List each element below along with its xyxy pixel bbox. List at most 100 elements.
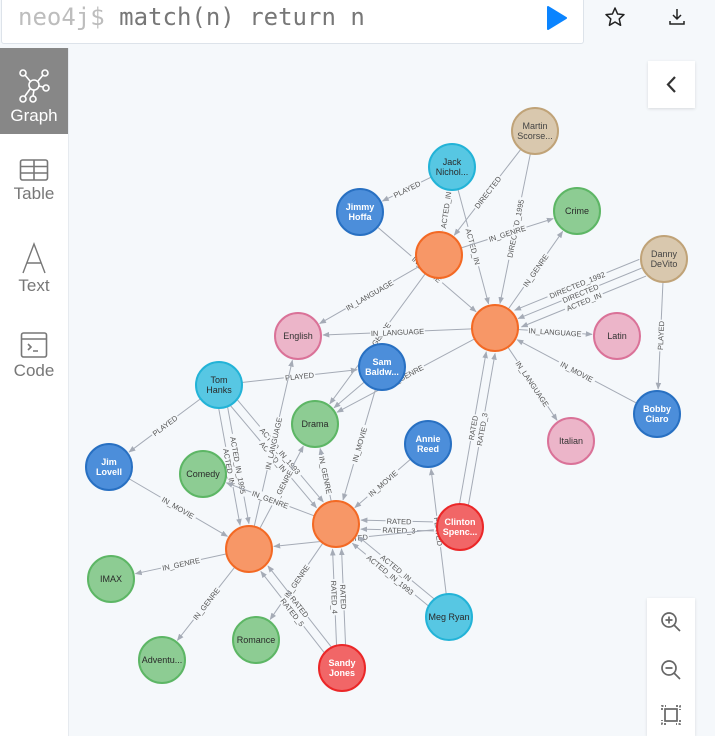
- node-circle[interactable]: [312, 500, 360, 548]
- relationship-type: IN_MOVIE: [367, 469, 400, 499]
- node-english[interactable]: English: [274, 312, 322, 360]
- relationship-label: RATED_4: [329, 578, 340, 616]
- zoom-controls: [647, 598, 695, 736]
- node-latin[interactable]: Latin: [593, 312, 641, 360]
- node-italian[interactable]: Italian: [547, 417, 595, 465]
- node-martin[interactable]: Martin Scorse...: [511, 107, 559, 155]
- node-caption: Clinton Spenc...: [443, 517, 478, 537]
- node-bobby[interactable]: Bobby Ciaro: [633, 390, 681, 438]
- chevron-left-icon: [666, 76, 676, 93]
- node-caption: Adventu...: [142, 655, 183, 665]
- node-caption: Latin: [607, 331, 627, 341]
- relationship[interactable]: IN_LANGUAGE: [322, 326, 473, 338]
- relationship-type: IN_LANGUAGE: [371, 327, 425, 338]
- relationship[interactable]: ACTED_IN: [357, 535, 435, 600]
- node-tom[interactable]: Tom Hanks: [195, 361, 243, 409]
- relationship[interactable]: PLAYED: [655, 281, 666, 390]
- sidebar-item-table[interactable]: Table: [0, 138, 68, 224]
- node-sandy[interactable]: Sandy Jones: [318, 644, 366, 692]
- relationship[interactable]: IN_GENRE: [176, 566, 236, 641]
- graph-canvas[interactable]: PLAYEDDIRECTEDDIRECTED_1995ACTED_INACTED…: [69, 48, 715, 736]
- node-circle[interactable]: [225, 525, 273, 573]
- node-m2[interactable]: [471, 304, 519, 352]
- relationship-type: DIRECTED: [473, 174, 504, 210]
- relationship-label: IN_GENRE: [486, 222, 528, 244]
- node-caption: Danny DeVito: [651, 249, 678, 269]
- relationship-label: IN_MOVIE: [556, 357, 598, 386]
- relationship-label: PLAYED: [390, 178, 424, 201]
- relationship-label: IN_GENRE: [160, 555, 202, 573]
- relationship[interactable]: IN_GENRE: [134, 553, 227, 576]
- relationship[interactable]: PLAYED: [381, 176, 432, 202]
- relationship[interactable]: PLAYED: [241, 367, 358, 383]
- node-romance[interactable]: Romance: [232, 616, 280, 664]
- fit-screen-icon[interactable]: [659, 703, 683, 727]
- relationship-label: IN_LANGUAGE: [343, 277, 396, 313]
- relationship-label: IN_LANGUAGE: [527, 325, 583, 339]
- query-editor[interactable]: neo4j$ match(n) return n: [1, 0, 584, 44]
- relationship[interactable]: IN_MOVIE: [354, 458, 411, 509]
- text-icon: [22, 242, 46, 274]
- node-caption: Meg Ryan: [428, 612, 469, 622]
- node-comedy[interactable]: Comedy: [179, 450, 227, 498]
- node-caption: Drama: [301, 419, 328, 429]
- node-jim[interactable]: Jim Lovell: [85, 443, 133, 491]
- relationship[interactable]: RATED_4: [329, 548, 340, 646]
- relationship[interactable]: IN_LANGUAGE: [517, 325, 593, 339]
- relationship[interactable]: IN_LANGUAGE: [507, 346, 558, 421]
- relationship[interactable]: IN_GENRE: [225, 482, 315, 517]
- relationship-type: RATED_4: [329, 580, 339, 614]
- node-imax[interactable]: IMAX: [87, 555, 135, 603]
- node-danny[interactable]: Danny DeVito: [640, 235, 688, 283]
- zoom-in-icon[interactable]: [659, 610, 683, 634]
- query-bar: neo4j$ match(n) return n: [0, 0, 715, 46]
- nodes-layer: Martin Scorse... Jack Nichol... Jimmy Hoffa Cr…: [85, 107, 688, 692]
- relationship[interactable]: IN_GENRE: [317, 447, 335, 502]
- relationship-type: ACTED_IN: [439, 191, 453, 229]
- play-icon[interactable]: [546, 6, 568, 30]
- relationship-type: RATED_3: [382, 526, 415, 536]
- node-caption: Sandy Jones: [328, 658, 355, 678]
- relationship-type: IN_MOVIE: [350, 426, 369, 463]
- node-sam[interactable]: Sam Baldw...: [358, 343, 406, 391]
- relationship[interactable]: RATED: [360, 516, 438, 526]
- relationship-label: IN_LANGUAGE: [370, 326, 425, 338]
- query-input[interactable]: neo4j$ match(n) return n: [18, 3, 365, 31]
- node-m1[interactable]: [415, 231, 463, 279]
- node-jimmy[interactable]: Jimmy Hoffa: [336, 188, 384, 236]
- star-icon[interactable]: [604, 6, 626, 28]
- download-icon[interactable]: [666, 6, 688, 28]
- node-circle[interactable]: [471, 304, 519, 352]
- node-m4[interactable]: [225, 525, 273, 573]
- node-crime[interactable]: Crime: [553, 187, 601, 235]
- node-caption: Annie Reed: [415, 434, 440, 454]
- node-drama[interactable]: Drama: [291, 400, 339, 448]
- node-annie[interactable]: Annie Reed: [404, 420, 452, 468]
- node-m3[interactable]: [312, 500, 360, 548]
- node-meg[interactable]: Meg Ryan: [425, 593, 473, 641]
- relationship-line[interactable]: [333, 381, 365, 409]
- sidebar-item-code[interactable]: Code: [0, 310, 68, 396]
- sidebar-item-graph[interactable]: Graph: [0, 48, 68, 134]
- relationship[interactable]: ACTED_IN: [438, 189, 453, 231]
- relationship-type: IN_GENRE: [282, 563, 311, 600]
- relationship[interactable]: RATED: [338, 548, 349, 645]
- sidebar-item-text[interactable]: Text: [0, 224, 68, 310]
- relationship[interactable]: [333, 381, 365, 409]
- node-jack[interactable]: Jack Nichol...: [428, 143, 476, 191]
- relationship[interactable]: IN_GENRE: [336, 338, 475, 413]
- relationship-label: IN_MOVIE: [349, 423, 370, 466]
- sidebar-label-code: Code: [13, 361, 55, 380]
- relationship[interactable]: IN_MOVIE: [342, 388, 377, 501]
- relationship[interactable]: ACTED_IN_1993: [351, 542, 429, 607]
- zoom-out-icon[interactable]: [659, 658, 683, 682]
- node-clinton[interactable]: Clinton Spenc...: [436, 503, 484, 551]
- node-circle[interactable]: [415, 231, 463, 279]
- relationship[interactable]: PLAYED: [128, 398, 201, 453]
- node-adventure[interactable]: Adventu...: [138, 636, 186, 684]
- relationship[interactable]: IN_LANGUAGE: [319, 266, 420, 324]
- node-caption: Crime: [565, 206, 589, 216]
- node-caption: Martin Scorse...: [517, 121, 553, 141]
- collapse-panel-button[interactable]: [648, 61, 695, 108]
- sidebar-label-text: Text: [18, 276, 50, 295]
